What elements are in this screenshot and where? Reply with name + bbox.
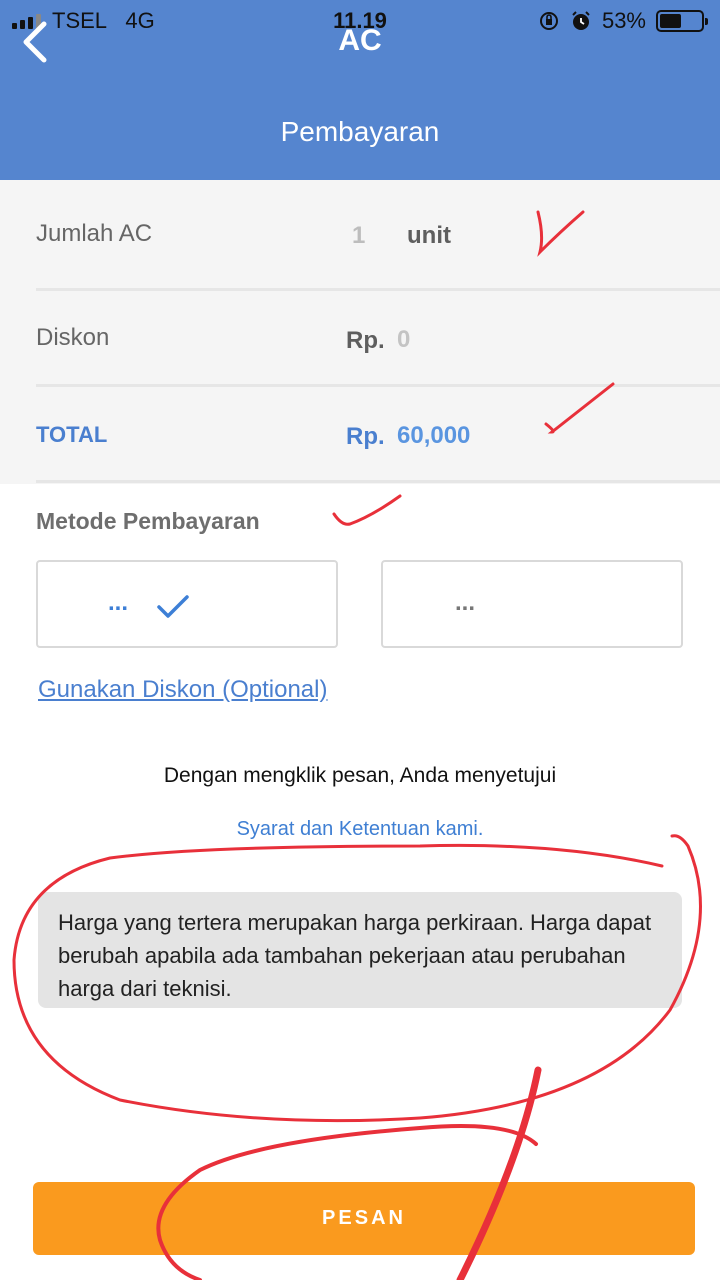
payment-option-label: ...: [108, 589, 129, 616]
summary-row-units: Jumlah AC 1 unit: [36, 188, 720, 284]
page-subtitle: Pembayaran: [280, 116, 440, 147]
total-amount: 60,000: [397, 422, 471, 449]
discount-currency: Rp.: [346, 327, 385, 354]
divider: [36, 384, 720, 387]
agreement-text: Dengan mengklik pesan, Anda menyetujui: [163, 764, 557, 787]
discount-label: Diskon: [36, 324, 110, 351]
divider: [36, 288, 720, 291]
annotation-check-3: [332, 494, 402, 526]
summary-row-total: TOTAL Rp. 60,000: [36, 388, 720, 484]
total-currency: Rp.: [346, 423, 385, 450]
checkmark-icon: [157, 595, 189, 618]
units-label: Jumlah AC: [36, 220, 153, 247]
price-note: Harga yang tertera merupakan harga perki…: [38, 892, 682, 1008]
total-label: TOTAL: [36, 422, 108, 447]
order-summary: Jumlah AC 1 unit Diskon Rp. 0 TOTAL Rp. …: [0, 180, 720, 484]
terms-link[interactable]: Syarat dan Ketentuan kami.: [0, 818, 720, 841]
units-suffix: unit: [407, 222, 451, 249]
divider: [36, 480, 720, 483]
payment-option-2[interactable]: ...: [381, 560, 683, 648]
payment-option-1[interactable]: ...: [36, 560, 338, 648]
app-header: TSEL 4G 11.19 53% AC Pembayaran: [0, 0, 720, 180]
use-discount-link[interactable]: Gunakan Diskon (Optional): [38, 676, 327, 704]
discount-amount: 0: [397, 326, 411, 353]
units-count[interactable]: 1: [352, 222, 365, 250]
summary-row-discount: Diskon Rp. 0: [36, 292, 720, 388]
order-button[interactable]: PESAN: [33, 1182, 695, 1255]
payment-method-title: Metode Pembayaran: [36, 508, 260, 534]
page-title: AC: [338, 24, 382, 57]
payment-option-label: ...: [455, 589, 476, 616]
